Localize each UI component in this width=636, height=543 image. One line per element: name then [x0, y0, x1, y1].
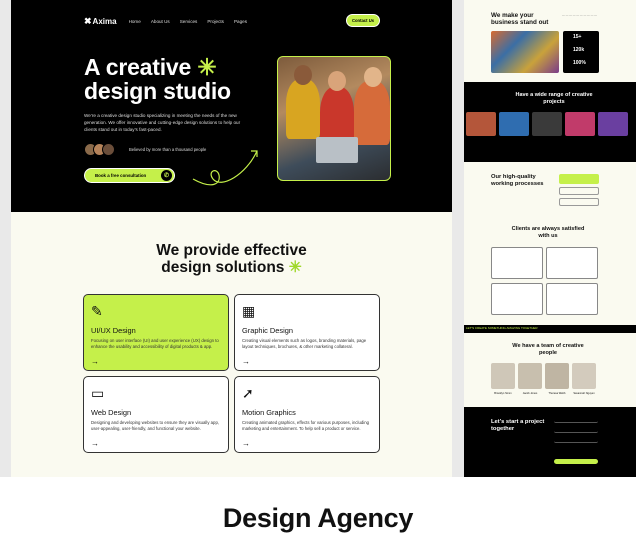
team-title: We have a team of creative people	[512, 343, 584, 356]
service-card-title: UI/UX Design	[91, 326, 136, 335]
process-section: Our high-quality working processes	[464, 162, 636, 222]
phone-icon: ✆	[161, 170, 172, 181]
browser-icon: ▭	[91, 385, 105, 401]
process-title: Our high-quality working processes	[491, 174, 544, 187]
service-card-title: Web Design	[91, 408, 132, 417]
contact-section: Let's start a project together	[464, 407, 636, 477]
asterisk-icon: ✳	[197, 54, 217, 80]
team-member-name: Theresa Webb	[548, 392, 566, 395]
service-card-desc: Creating visual elements such as logos, …	[242, 338, 367, 350]
service-card-desc: Creating animated graphics, effects for …	[242, 420, 369, 432]
logo-mark-icon: ✖	[84, 15, 92, 26]
avatar	[102, 143, 115, 156]
full-page-thumbnail: We make your business stand out — — — — …	[464, 0, 636, 477]
services-title-line2: design solutions	[161, 259, 285, 276]
cursor-icon: ➚	[242, 385, 254, 401]
arrow-right-icon[interactable]: →	[91, 439, 99, 448]
hero-section: ✖ Axima Home About Us Services Projects P…	[11, 0, 452, 212]
hero-title-line1: A creative	[84, 54, 192, 80]
service-card-graphic[interactable]: ▦ Graphic Design Creating visual element…	[234, 294, 380, 371]
hero-team-photo	[277, 56, 391, 181]
graphic-icon: ▦	[242, 303, 256, 319]
logo-text: Axima	[92, 16, 117, 26]
caption-title: Design Agency	[222, 503, 414, 533]
contact-us-button[interactable]: Contact Us	[346, 14, 380, 27]
team-section: We have a team of creative people Brookl…	[464, 333, 636, 405]
service-card-desc: Focusing on user interface (UI) and user…	[91, 338, 219, 350]
contact-title: Let's start a project together	[491, 419, 545, 432]
avatar-group	[84, 143, 115, 156]
ticker-text: LET'S CREATE SOMETHING AMAZING TOGETHER	[466, 326, 538, 330]
asterisk-icon: ✳	[288, 259, 302, 276]
logo[interactable]: ✖ Axima	[84, 16, 117, 27]
nav-link-pages[interactable]: Pages	[234, 19, 247, 24]
nav-link-home[interactable]: Home	[129, 19, 141, 24]
stat-value: 120k	[573, 47, 585, 53]
book-consultation-button[interactable]: Book a free consultation ✆	[84, 168, 175, 183]
service-card-web[interactable]: ▭ Web Design Designing and developing we…	[83, 376, 229, 453]
team-member-name: Savannah Nguyen	[573, 392, 595, 395]
hero-description: We’re a creative design studio specializ…	[84, 113, 241, 132]
hero-title: A creative ✳ design studio	[84, 55, 231, 103]
nav-links: Home About Us Services Projects Pages	[129, 19, 247, 24]
team-member-name: Jacob Jones	[522, 392, 538, 395]
services-title-line1: We provide effective	[156, 242, 307, 259]
nav-link-projects[interactable]: Projects	[207, 19, 224, 24]
squiggle-decoration	[192, 150, 258, 186]
service-card-title: Graphic Design	[242, 326, 293, 335]
arrow-right-icon[interactable]: →	[242, 357, 250, 366]
stats-box: 15+ 120k 100%	[563, 31, 599, 73]
nav-link-services[interactable]: Services	[180, 19, 198, 24]
standout-section: We make your business stand out — — — — …	[464, 0, 636, 80]
nav-link-about[interactable]: About Us	[151, 19, 170, 24]
service-card-title: Motion Graphics	[242, 408, 296, 417]
projects-title: Have a wide range of creative projects	[515, 92, 593, 105]
clients-title: Clients are always satisfied with us	[511, 226, 585, 239]
services-title: We provide effective design solutions ✳	[11, 242, 452, 276]
main-page-preview: ✖ Axima Home About Us Services Projects P…	[11, 0, 452, 477]
arrow-right-icon[interactable]: →	[91, 357, 99, 366]
clients-section: Clients are always satisfied with us	[464, 222, 636, 322]
stat-value: 100%	[573, 60, 586, 66]
standout-photo	[491, 31, 559, 73]
top-nav: ✖ Axima Home About Us Services Projects P…	[84, 14, 391, 28]
service-card-motion[interactable]: ➚ Motion Graphics Creating animated grap…	[234, 376, 380, 453]
book-consultation-label: Book a free consultation	[95, 173, 147, 178]
service-card-uiux[interactable]: ✎ UI/UX Design Focusing on user interfac…	[83, 294, 229, 371]
team-member-name: Brooklyn Simm	[494, 392, 512, 395]
hero-title-line2: design studio	[84, 78, 231, 104]
projects-section: Have a wide range of creative projects	[464, 82, 636, 162]
arrow-right-icon[interactable]: →	[242, 439, 250, 448]
standout-title: We make your business stand out	[491, 12, 549, 26]
ticker-bar: LET'S CREATE SOMETHING AMAZING TOGETHER	[464, 325, 636, 333]
service-card-desc: Designing and developing websites to ens…	[91, 420, 220, 432]
send-button[interactable]	[554, 459, 598, 464]
stat-value: 15+	[573, 34, 582, 40]
pen-tool-icon: ✎	[91, 303, 103, 319]
